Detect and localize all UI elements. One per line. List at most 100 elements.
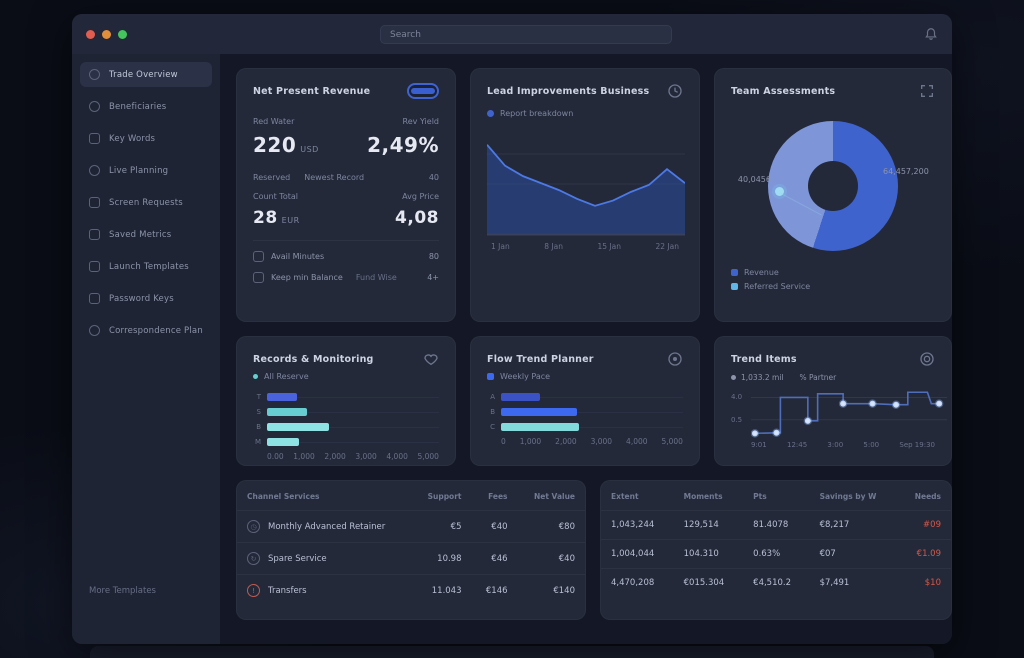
legend-swatch xyxy=(731,269,738,276)
table-row[interactable]: 1,043,244129,514 81.4078€8,217 #09 xyxy=(601,511,951,540)
sidebar-item-live-planning[interactable]: Live Planning xyxy=(80,158,212,183)
data-point-dot[interactable] xyxy=(752,430,758,436)
stat-count: Count Total 28EUR xyxy=(253,192,300,228)
stat-label: Rev Yield xyxy=(367,117,439,126)
tick-label: 5,000 xyxy=(661,437,682,446)
stat-value: 2,49% xyxy=(367,133,439,157)
column-header: Channel Services xyxy=(237,481,412,511)
beneficiaries-icon xyxy=(89,101,100,112)
sidebar-footer-link[interactable]: More Templates xyxy=(89,586,156,596)
column-header: Net Value xyxy=(518,481,585,511)
card-title: Flow Trend Planner xyxy=(487,354,594,365)
tick-label: 1 Jan xyxy=(491,242,510,251)
bar[interactable] xyxy=(267,438,299,446)
tick-label: 2,000 xyxy=(555,437,576,446)
y-axis-label: 4.0 xyxy=(731,393,742,401)
bar-track xyxy=(267,434,439,449)
stat-value: 28EUR xyxy=(253,208,300,228)
bar[interactable] xyxy=(501,393,540,401)
column-header: Savings by W xyxy=(810,481,898,511)
sidebar-item-label: Screen Requests xyxy=(109,198,183,208)
assessments-donut-card: Team Assessments 40,0456 64,457,200 xyxy=(714,68,952,322)
table-row[interactable]: ↻Spare Service 10.98 €46 €40 xyxy=(237,543,585,575)
table-row[interactable]: 1,004,044104.310 0.63%€07 €1.09 xyxy=(601,540,951,569)
legend-swatch xyxy=(731,375,736,380)
legend-swatch xyxy=(253,374,258,379)
card-title: Team Assessments xyxy=(731,86,835,97)
detail-row[interactable]: Keep min Balance Fund Wise 4+ xyxy=(253,272,439,283)
bar[interactable] xyxy=(267,393,297,401)
column-header: Extent xyxy=(601,481,674,511)
stat-secondary: Rev Yield 2,49% xyxy=(367,117,439,157)
sidebar-item-password-keys[interactable]: Password Keys xyxy=(80,286,212,311)
tick-label: 5,000 xyxy=(417,452,438,461)
sidebar-item-saved-metrics[interactable]: Saved Metrics xyxy=(80,222,212,247)
meta-right: 40 xyxy=(429,173,439,182)
data-point-dot[interactable] xyxy=(840,401,846,407)
bell-icon[interactable] xyxy=(924,27,938,41)
donut-zone: 40,0456 64,457,200 xyxy=(731,103,935,263)
tick-label: 1,000 xyxy=(520,437,541,446)
records-bars-card: Records & Monitoring All Reserve TSBM 0.… xyxy=(236,336,456,466)
legend-item: 1,033.2 mil xyxy=(731,373,783,382)
legend-swatch xyxy=(487,373,494,380)
donut-annotation-right: 64,457,200 xyxy=(883,167,935,176)
table-row[interactable]: !Transfers 11.043 €146 €140 xyxy=(237,575,585,607)
detail-label: Avail Minutes xyxy=(271,252,324,261)
zoom-window-button[interactable] xyxy=(118,30,127,39)
main-content: Net Present Revenue Red Water 220USD Rev… xyxy=(220,54,952,644)
sidebar-item-launch-templates[interactable]: Launch Templates xyxy=(80,254,212,279)
bar-row: B xyxy=(487,404,683,419)
bar[interactable] xyxy=(267,408,307,416)
sidebar-item-label: Launch Templates xyxy=(109,262,189,272)
refresh-circle-icon: ↻ xyxy=(247,552,260,565)
sidebar-item-screen-requests[interactable]: Screen Requests xyxy=(80,190,212,215)
flow-bars-card: Flow Trend Planner Weekly Pace ABC 01,00… xyxy=(470,336,700,466)
table-row[interactable]: ◷Monthly Advanced Retainer €5 €40 €80 xyxy=(237,511,585,543)
data-point-dot[interactable] xyxy=(893,402,899,408)
data-point-dot[interactable] xyxy=(805,418,811,424)
stat-value: 220USD xyxy=(253,133,319,157)
alert-circle-icon: ! xyxy=(247,584,260,597)
expand-icon[interactable] xyxy=(919,83,935,99)
sidebar-item-label: Live Planning xyxy=(109,166,168,176)
step-chart: 4.00.5 xyxy=(731,386,935,438)
target-icon[interactable] xyxy=(919,351,935,367)
minimize-window-button[interactable] xyxy=(102,30,111,39)
eye-icon[interactable] xyxy=(667,351,683,367)
detail-sublabel: Fund Wise xyxy=(356,273,397,282)
metrics-table: Extent Moments Pts Savings by W Needs 1,… xyxy=(601,481,951,597)
stat-value: 4,08 xyxy=(395,208,439,228)
stat-label: Count Total xyxy=(253,192,300,201)
leads-chart-card: Lead Improvements Business Report breakd… xyxy=(470,68,700,322)
window-controls xyxy=(86,30,127,39)
sidebar-item-trade-overview[interactable]: Trade Overview xyxy=(80,62,212,87)
detail-row[interactable]: Avail Minutes 80 xyxy=(253,251,439,262)
search-input[interactable] xyxy=(380,25,672,44)
bar[interactable] xyxy=(501,408,577,416)
sidebar-item-correspondence-planner[interactable]: Correspondence Planner xyxy=(80,318,212,343)
tick-label: 9:01 xyxy=(751,441,767,449)
bar[interactable] xyxy=(267,423,329,431)
balance-icon xyxy=(253,272,264,283)
clock-icon[interactable] xyxy=(667,83,683,99)
detail-value: 80 xyxy=(429,252,439,261)
sidebar-item-key-words[interactable]: Key Words xyxy=(80,126,212,151)
sidebar-item-label: Beneficiaries xyxy=(109,102,166,112)
close-window-button[interactable] xyxy=(86,30,95,39)
area-chart xyxy=(487,132,683,236)
sidebar-item-beneficiaries[interactable]: Beneficiaries xyxy=(80,94,212,119)
tick-label: 22 Jan xyxy=(655,242,679,251)
heart-icon[interactable] xyxy=(423,351,439,367)
legend-swatch xyxy=(731,283,738,290)
table-row[interactable]: 4,470,208€015.304 €4,510.2$7,491 $10 xyxy=(601,569,951,598)
stat-primary: Red Water 220USD xyxy=(253,117,319,157)
data-point-dot[interactable] xyxy=(870,401,876,407)
titlebar xyxy=(72,14,952,54)
bar[interactable] xyxy=(501,423,579,431)
data-point-dot[interactable] xyxy=(936,401,942,407)
revenue-toggle[interactable] xyxy=(407,83,439,99)
tick-label: 4,000 xyxy=(626,437,647,446)
data-point-dot[interactable] xyxy=(773,430,779,436)
column-header: Needs xyxy=(898,481,951,511)
